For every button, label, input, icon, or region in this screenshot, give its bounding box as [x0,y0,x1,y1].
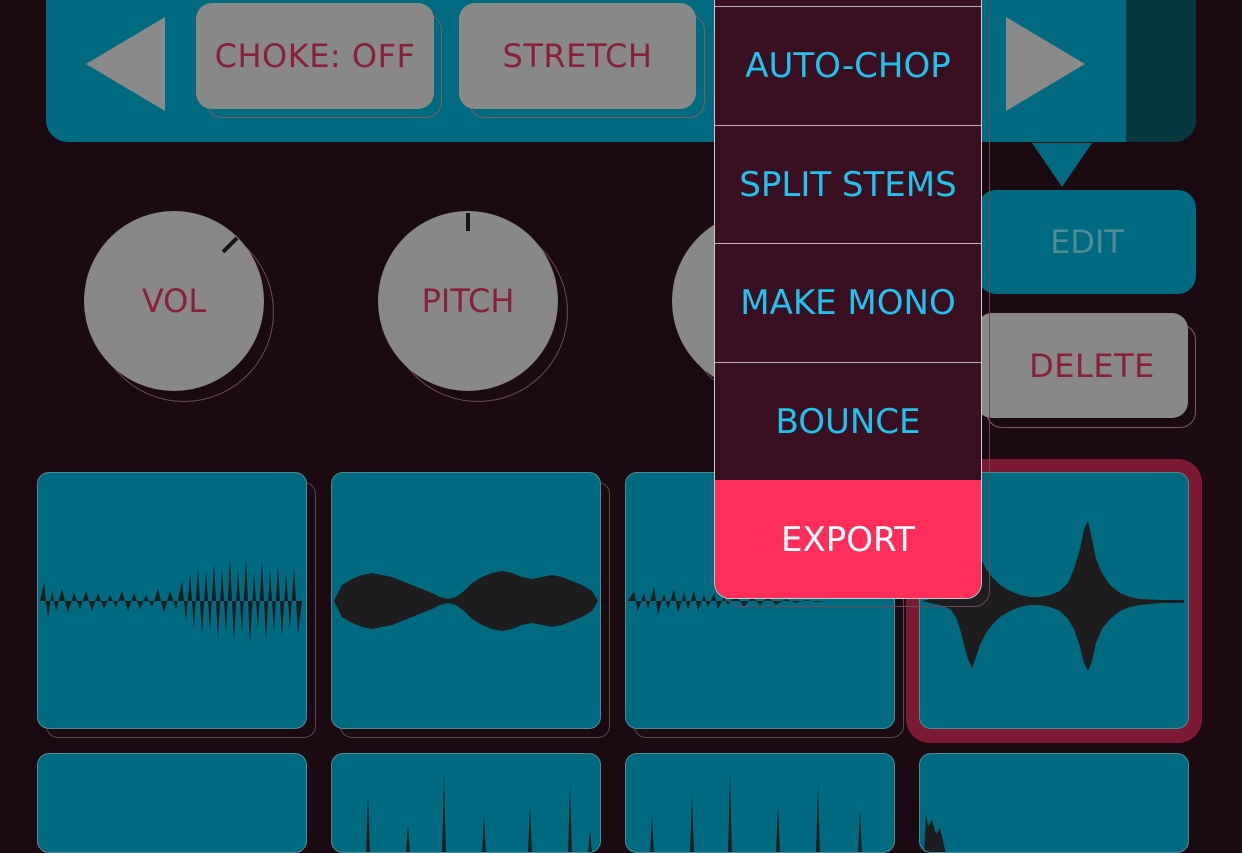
edit-button[interactable]: EDIT [978,190,1196,294]
edit-pointer [1032,143,1092,187]
waveform-8 [924,814,946,852]
waveform-6 [366,774,592,852]
pitch-knob[interactable]: PITCH [378,211,558,391]
sample-pad-6[interactable] [331,753,601,853]
vol-knob[interactable]: VOL [84,211,264,391]
menu-item-export[interactable]: EXPORT [715,480,981,598]
pitch-knob-label: PITCH [421,282,515,320]
waveform-7 [650,774,862,852]
menu-item-bounce[interactable]: BOUNCE [715,362,981,480]
triangle-right-icon[interactable] [1006,17,1085,111]
waveform-2 [334,571,598,631]
actions-dropdown-menu: AUTO-CHOP SPLIT STEMS MAKE MONO BOUNCE E… [714,0,982,599]
sample-pad-2[interactable] [331,472,601,729]
sample-pad-5[interactable] [37,753,307,853]
sample-pad-1[interactable] [37,472,307,729]
sample-pad-8[interactable] [919,753,1189,853]
toolbar-scroll-edge [1126,0,1196,142]
choke-button[interactable]: CHOKE: OFF [196,3,434,109]
menu-item-auto-chop[interactable]: AUTO-CHOP [715,6,981,125]
sample-pad-7[interactable] [625,753,895,853]
menu-item-split-stems[interactable]: SPLIT STEMS [715,125,981,243]
waveform-1 [40,557,302,645]
vol-knob-label: VOL [141,282,207,320]
delete-button[interactable]: DELETE [976,313,1188,418]
menu-item-make-mono[interactable]: MAKE MONO [715,243,981,362]
stretch-button[interactable]: STRETCH [459,3,696,109]
triangle-left-icon[interactable] [86,17,165,111]
